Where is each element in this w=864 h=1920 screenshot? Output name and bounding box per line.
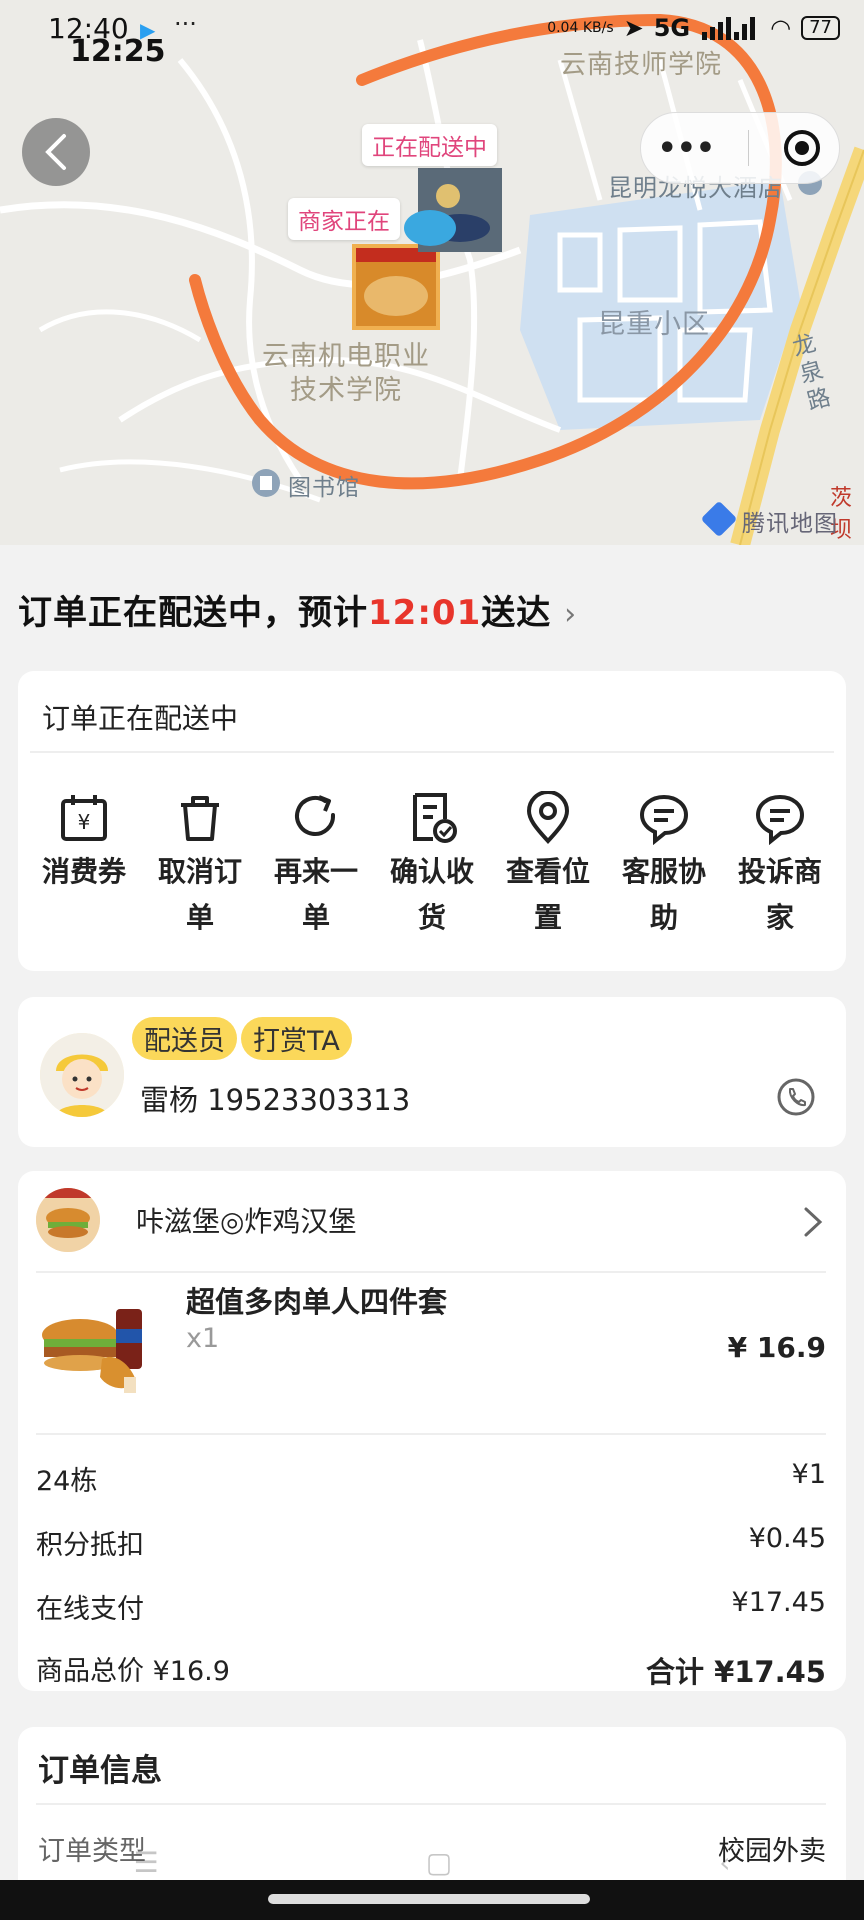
miniapp-capsule: •••	[640, 112, 840, 184]
chat-bubble-icon	[639, 794, 689, 845]
chevron-right-icon	[804, 1207, 823, 1237]
location-arrow-icon: ➤	[623, 14, 644, 42]
trash-icon	[181, 796, 219, 841]
battery-level: 77	[801, 16, 840, 40]
item-title: 超值多肉单人四件套	[186, 1285, 448, 1319]
more-notifications-icon: ···	[174, 10, 197, 38]
divider	[36, 1271, 826, 1273]
play-icon: ▶	[140, 18, 156, 42]
item-quantity: x1	[186, 1323, 220, 1354]
network-speed: 0.04 KB/s	[547, 20, 614, 36]
status-indicators: 0.04 KB/s ➤ 5G ◠ 77	[547, 14, 840, 42]
rider-avatar	[40, 1033, 124, 1117]
map-label-campus: 云南机电职业 技术学院	[262, 341, 430, 406]
rider-avatar-image	[40, 1033, 124, 1117]
order-content: 订单正在配送中，预计12:01送达 › 订单正在配送中 ¥ 消费券 取消订单 再…	[0, 545, 864, 1897]
fee-row-points: 积分抵扣 ¥0.45	[36, 1523, 826, 1561]
tip-rider-button[interactable]: 打赏TA	[241, 1017, 352, 1060]
complain-merchant-button[interactable]: 投诉商家	[726, 791, 834, 941]
reorder-button[interactable]: 再来一单	[262, 791, 370, 941]
burger-logo-icon	[36, 1188, 100, 1252]
signal-icon	[702, 17, 756, 40]
back-icon: ‹	[719, 1846, 731, 1879]
map-provider-logo: 腾讯地图	[742, 511, 838, 537]
cancel-order-button[interactable]: 取消订单	[146, 791, 254, 941]
totals-row: 商品总价 ¥16.9 合计 ¥17.45	[36, 1649, 826, 1691]
wifi-icon: ◠	[770, 14, 792, 42]
phone-icon[interactable]	[776, 1077, 816, 1117]
action-row: ¥ 消费券 取消订单 再来一单 确认收货 查看位置 客服协助 投诉商家	[18, 791, 846, 941]
chevron-right-icon: ›	[564, 597, 578, 632]
order-detail-page: 云南技师学院 昆明龙悦大酒店 昆重小区 龙泉路 云南机电职业 技术学院 图书馆 …	[0, 0, 864, 1920]
rider-status-bubble: 正在配送中	[362, 124, 497, 166]
divider	[30, 751, 834, 753]
eta-time: 12:01	[368, 593, 482, 633]
more-menu-button[interactable]: •••	[658, 131, 716, 166]
chevron-left-icon	[45, 134, 66, 170]
status-card-title: 订单正在配送中	[42, 702, 239, 735]
close-target-icon[interactable]	[782, 128, 822, 168]
status-actions-card: 订单正在配送中 ¥ 消费券 取消订单 再来一单 确认收货 查看位置 客服协助 投…	[18, 671, 846, 971]
home-icon: ▢	[425, 1846, 453, 1879]
shop-logo	[36, 1188, 100, 1252]
goods-total: 商品总价 ¥16.9	[36, 1656, 230, 1687]
capsule-divider	[748, 130, 750, 166]
map-background	[0, 0, 864, 545]
location-pin-icon	[526, 791, 570, 844]
delivery-eta-headline[interactable]: 订单正在配送中，预计12:01送达 ›	[18, 585, 577, 634]
receipt-check-icon	[413, 793, 457, 843]
divider	[36, 1803, 826, 1805]
delivery-map[interactable]: 云南技师学院 昆明龙悦大酒店 昆重小区 龙泉路 云南机电职业 技术学院 图书馆 …	[0, 0, 864, 545]
merchant-status-bubble: 商家正在	[288, 198, 400, 240]
meal-image	[42, 1309, 142, 1393]
rider-card: 配送员 打赏TA 雷杨 19523303313	[18, 997, 846, 1147]
coupon-button[interactable]: ¥ 消费券	[30, 791, 138, 941]
shop-header[interactable]: 咔滋堡◎炸鸡汉堡	[36, 1185, 830, 1255]
map-label-community: 昆重小区	[598, 309, 710, 340]
confirm-receipt-button[interactable]: 确认收货	[378, 791, 486, 941]
shop-name: 咔滋堡◎炸鸡汉堡	[136, 1205, 357, 1238]
system-nav-ghost: ☰ ▢ ‹	[0, 1846, 864, 1880]
rider-role-badge: 配送员	[132, 1017, 237, 1060]
map-label-library: 图书馆	[288, 475, 360, 501]
order-info-title: 订单信息	[38, 1753, 162, 1789]
home-gesture-handle[interactable]	[268, 1894, 590, 1904]
rider-badges: 配送员 打赏TA	[132, 1017, 352, 1060]
order-items-card: 咔滋堡◎炸鸡汉堡 超值多肉单人四件套 x1 ¥ 16.9 24栋 ¥1 积分抵扣…	[18, 1171, 846, 1691]
menu-icon: ☰	[133, 1846, 159, 1879]
refresh-icon	[295, 795, 336, 836]
grand-total: 合计 ¥17.45	[645, 1655, 826, 1689]
chat-bubble-icon	[755, 794, 805, 845]
network-type: 5G	[653, 14, 691, 42]
status-bar: 12:40 12:25 ▶ ··· 0.04 KB/s ➤ 5G ◠ 77	[0, 0, 864, 69]
item-price: ¥ 16.9	[727, 1331, 826, 1364]
fee-row-online-payment: 在线支付 ¥17.45	[36, 1587, 826, 1625]
divider	[36, 1433, 826, 1435]
svg-text:¥: ¥	[78, 810, 91, 834]
back-button[interactable]	[22, 118, 90, 186]
customer-service-button[interactable]: 客服协助	[610, 791, 718, 941]
view-location-button[interactable]: 查看位置	[494, 791, 602, 941]
rider-name-phone: 雷杨 19523303313	[140, 1083, 411, 1117]
fee-row-building: 24栋 ¥1	[36, 1459, 826, 1497]
coupon-icon: ¥	[61, 795, 107, 841]
gesture-nav-bar	[0, 1880, 864, 1920]
